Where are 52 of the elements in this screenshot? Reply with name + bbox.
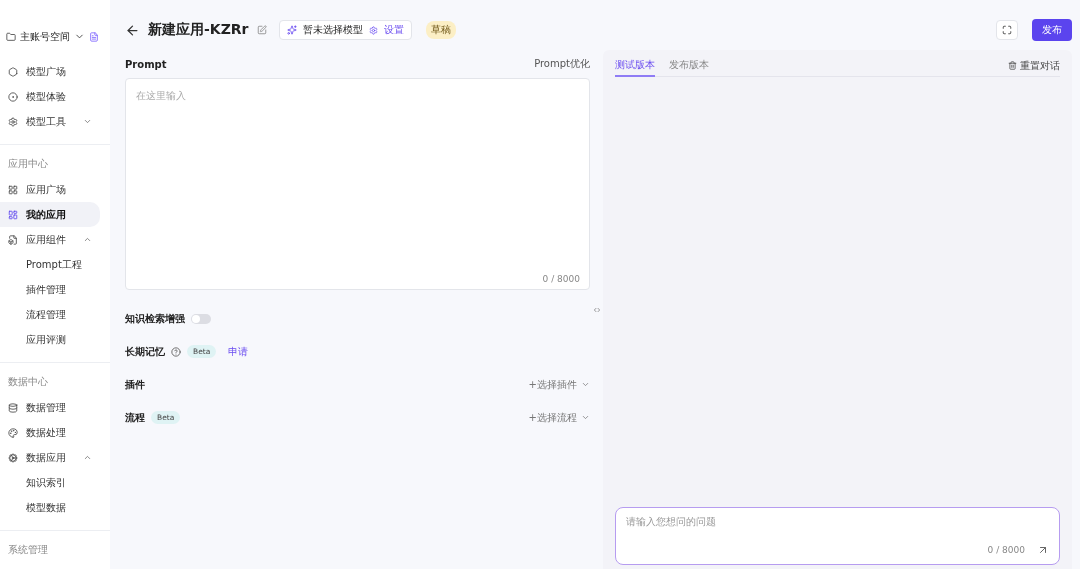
model-label: 暂未选择模型 bbox=[302, 23, 363, 37]
help-icon bbox=[171, 346, 181, 357]
publish-button[interactable]: 发布 bbox=[1032, 19, 1072, 41]
sidebar-item[interactable]: 流程管理 bbox=[0, 302, 100, 327]
app-title: 新建应用-KZRr bbox=[148, 21, 249, 39]
send-icon[interactable] bbox=[1037, 544, 1049, 556]
sparkle-icon bbox=[286, 25, 297, 35]
chevron-down-icon[interactable] bbox=[581, 380, 590, 389]
sidebar-item[interactable]: 模型广场 bbox=[0, 59, 100, 84]
resize-handle-icon[interactable] bbox=[592, 305, 601, 314]
settings-link[interactable]: 设置 bbox=[383, 23, 404, 37]
option-label: 长期记忆 bbox=[125, 344, 165, 359]
apply-link[interactable]: 申请 bbox=[228, 344, 249, 359]
folder-icon bbox=[6, 31, 16, 42]
character-counter: 0 / 8000 bbox=[542, 274, 580, 284]
reset-chat-button[interactable]: 重置对话 bbox=[1008, 58, 1060, 73]
sidebar-item[interactable]: 数据应用 bbox=[0, 445, 100, 470]
sidebar-item[interactable]: 应用评测 bbox=[0, 327, 100, 352]
sidebar-item[interactable]: 模型工具 bbox=[0, 109, 100, 134]
document-icon[interactable] bbox=[89, 31, 99, 42]
section-title: 系统管理 bbox=[7, 543, 49, 557]
sidebar-item[interactable]: 应用组件 bbox=[0, 227, 100, 252]
toggle-switch[interactable] bbox=[191, 313, 211, 324]
section-title: 数据中心 bbox=[7, 375, 49, 389]
sidebar-item[interactable]: 数据处理 bbox=[0, 420, 100, 445]
fullscreen-icon bbox=[1002, 25, 1012, 35]
option-label: 流程 bbox=[125, 410, 145, 425]
model-select-button[interactable]: 暂未选择模型 设置 bbox=[278, 20, 412, 40]
sidebar-item[interactable]: 插件管理 bbox=[0, 277, 100, 302]
fullscreen-button[interactable] bbox=[996, 20, 1018, 40]
sidebar-item[interactable]: 应用广场 bbox=[0, 177, 100, 202]
prompt-optimize-link[interactable]: Prompt优化 bbox=[534, 57, 590, 71]
account-name: 主账号空间 bbox=[20, 29, 70, 44]
chevron-down-icon[interactable] bbox=[581, 413, 590, 422]
status-badge: 草稿 bbox=[425, 21, 456, 39]
version-tab[interactable]: 测试版本 bbox=[615, 54, 655, 77]
sidebar-item[interactable]: 模型数据 bbox=[0, 495, 100, 520]
section-title: 应用中心 bbox=[7, 157, 49, 171]
character-counter: 0 / 8000 bbox=[987, 545, 1025, 555]
select-link[interactable]: +选择流程 bbox=[528, 410, 577, 425]
trash-icon bbox=[1008, 61, 1017, 70]
prompt-label: Prompt bbox=[125, 58, 167, 70]
sidebar-item[interactable]: 知识索引 bbox=[0, 470, 100, 495]
option-label: 插件 bbox=[125, 377, 145, 392]
sidebar-item[interactable]: Prompt工程 bbox=[0, 252, 100, 277]
gear-icon bbox=[368, 25, 378, 35]
select-link[interactable]: +选择插件 bbox=[528, 377, 577, 392]
sidebar-item[interactable]: 我的应用 bbox=[0, 202, 100, 227]
sidebar-item[interactable]: 数据管理 bbox=[0, 395, 100, 420]
option-label: 知识检索增强 bbox=[125, 311, 185, 326]
edit-icon[interactable] bbox=[256, 25, 267, 35]
sidebar-item[interactable]: 模型体验 bbox=[0, 84, 100, 109]
